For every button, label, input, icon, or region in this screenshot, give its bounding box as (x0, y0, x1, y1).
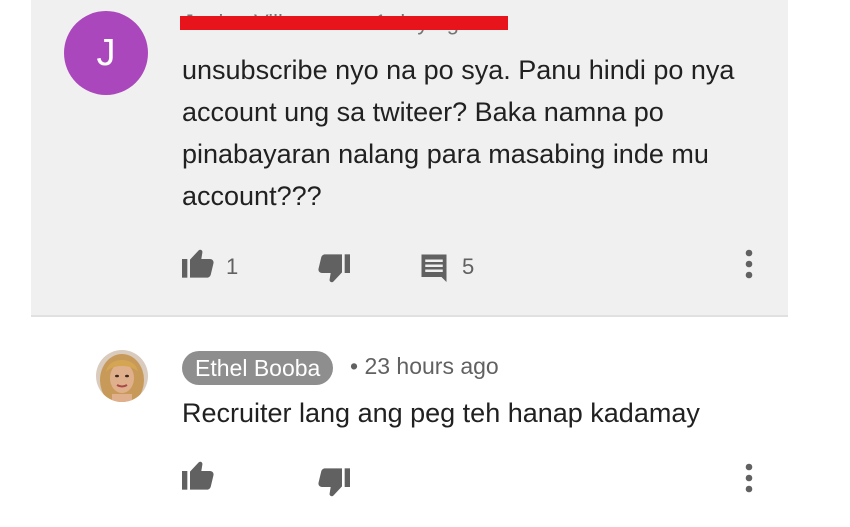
thumb-up-icon[interactable] (182, 248, 214, 278)
more-vert-icon[interactable] (745, 463, 753, 493)
divider (31, 315, 788, 317)
comment-icon[interactable] (419, 252, 449, 282)
avatar[interactable] (96, 350, 148, 402)
like-count: 1 (226, 254, 239, 279)
redaction-mark (180, 16, 508, 30)
thumb-down-icon[interactable] (318, 468, 350, 498)
comment-text: unsubscribe nyo na po sya. Panu hindi po… (182, 55, 735, 211)
comment-text: Recruiter lang ang peg teh hanap kadamay (182, 398, 700, 428)
reply-count: 5 (462, 254, 475, 279)
thumb-up-icon[interactable] (182, 460, 214, 490)
avatar-letter: J (96, 31, 116, 74)
thumb-down-icon[interactable] (318, 254, 350, 284)
avatar-photo (96, 350, 148, 402)
comment-timestamp: • 23 hours ago (350, 353, 499, 379)
avatar[interactable]: J (64, 11, 148, 95)
more-vert-icon[interactable] (745, 249, 753, 279)
comment-author-chip[interactable]: Ethel Booba (182, 351, 334, 385)
